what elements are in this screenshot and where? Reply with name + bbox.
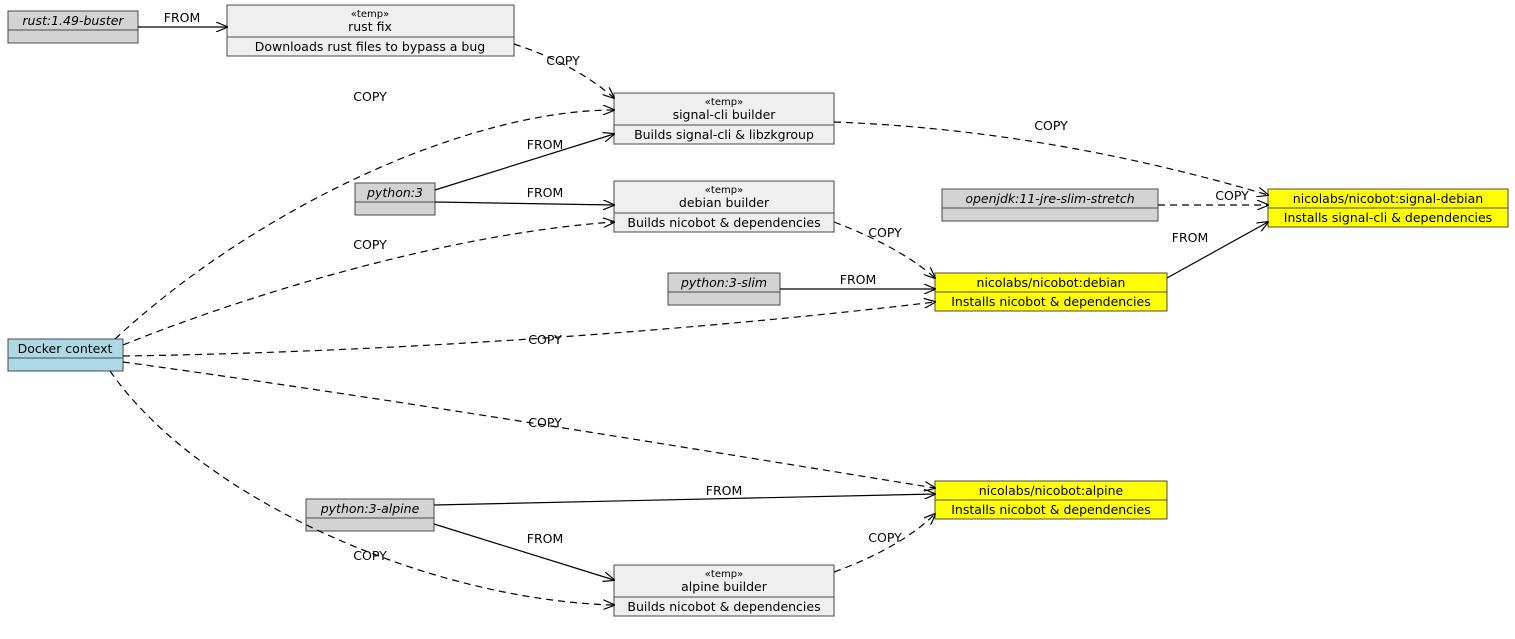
base-python3slim-title: python:3-slim <box>680 275 767 290</box>
base-python3-title: python:3 <box>366 185 423 200</box>
node-out-signal-debian: nicolabs/nicobot:signal-debian Installs … <box>1268 189 1508 227</box>
edge-python3alpine-to-alpinebuilder <box>434 524 614 580</box>
edge-outdebian-to-outsignaldebian-label: FROM <box>1172 230 1209 245</box>
edge-python3alpine-to-outalpine-label: FROM <box>706 483 743 498</box>
edge-ctx-to-outalpine-label: COPY <box>528 415 562 430</box>
node-temp-debian-builder: «temp» debian builder Builds nicobot & d… <box>614 181 834 232</box>
edge-ctx-to-outdebian-label: COPY <box>528 332 562 347</box>
rust-fix-title: rust fix <box>348 19 392 34</box>
out-signal-debian-title: nicolabs/nicobot:signal-debian <box>1293 191 1483 206</box>
node-base-python3slim: python:3-slim <box>668 273 780 305</box>
edge-rustfix-to-signalbuilder-label: COPY <box>546 53 580 68</box>
edge-python3alpine-to-alpinebuilder-label: FROM <box>527 531 564 546</box>
edge-alpinebuilder-to-outalpine-label: COPY <box>868 530 902 545</box>
node-temp-signal-builder: «temp» signal-cli builder Builds signal-… <box>614 93 834 144</box>
node-base-rust: rust:1.49-buster <box>8 11 138 43</box>
edge-python3-to-signalbuilder-label: FROM <box>527 137 564 152</box>
node-out-debian: nicolabs/nicobot:debian Installs nicobot… <box>935 273 1167 311</box>
edge-openjdk-to-outsignaldebian-label: COPY <box>1215 188 1249 203</box>
base-openjdk-title: openjdk:11-jre-slim-stretch <box>965 191 1134 206</box>
node-base-python3alpine: python:3-alpine <box>306 499 434 531</box>
edge-rust-to-rustfix-label: FROM <box>164 10 201 25</box>
out-alpine-title: nicolabs/nicobot:alpine <box>979 483 1124 498</box>
out-debian-desc: Installs nicobot & dependencies <box>951 294 1150 309</box>
edge-signalbuilder-to-outsignaldebian-label: COPY <box>1034 118 1068 133</box>
edge-ctx-to-signalbuilder-label: COPY <box>353 89 387 104</box>
docker-context-title: Docker context <box>18 341 113 356</box>
debian-builder-desc: Builds nicobot & dependencies <box>627 215 820 230</box>
edge-debianbuilder-to-outdebian-label: COPY <box>868 225 902 240</box>
out-debian-title: nicolabs/nicobot:debian <box>977 275 1126 290</box>
node-out-alpine: nicolabs/nicobot:alpine Installs nicobot… <box>935 481 1167 519</box>
rust-fix-desc: Downloads rust files to bypass a bug <box>255 39 485 54</box>
signal-builder-title: signal-cli builder <box>673 107 777 122</box>
edge-python3-to-signalbuilder <box>435 134 614 190</box>
alpine-builder-desc: Builds nicobot & dependencies <box>627 599 820 614</box>
node-base-openjdk: openjdk:11-jre-slim-stretch <box>942 189 1158 221</box>
node-temp-rust-fix: «temp» rust fix Downloads rust files to … <box>227 5 514 56</box>
edge-ctx-to-alpinebuilder-label: COPY <box>353 548 387 563</box>
edge-python3-to-debianbuilder-label: FROM <box>527 185 564 200</box>
base-rust-title: rust:1.49-buster <box>22 13 124 28</box>
signal-builder-desc: Builds signal-cli & libzkgroup <box>634 127 814 142</box>
alpine-builder-title: alpine builder <box>681 579 768 594</box>
base-python3alpine-title: python:3-alpine <box>320 501 420 516</box>
node-temp-alpine-builder: «temp» alpine builder Builds nicobot & d… <box>614 565 834 616</box>
edge-python3-to-debianbuilder <box>435 202 614 205</box>
edge-ctx-to-outdebian <box>123 302 935 356</box>
out-signal-debian-desc: Installs signal-cli & dependencies <box>1284 210 1492 225</box>
edge-python3alpine-to-outalpine <box>434 494 935 505</box>
node-base-python3: python:3 <box>355 183 435 215</box>
debian-builder-title: debian builder <box>679 195 770 210</box>
out-alpine-desc: Installs nicobot & dependencies <box>951 502 1150 517</box>
edge-ctx-to-alpinebuilder <box>110 371 614 605</box>
edge-python3slim-to-outdebian-label: FROM <box>840 272 877 287</box>
dependency-diagram: Docker context rust:1.49-buster «temp» r… <box>0 0 1515 639</box>
node-docker-context: Docker context <box>8 339 123 371</box>
edge-ctx-to-debianbuilder-label: COPY <box>353 237 387 252</box>
